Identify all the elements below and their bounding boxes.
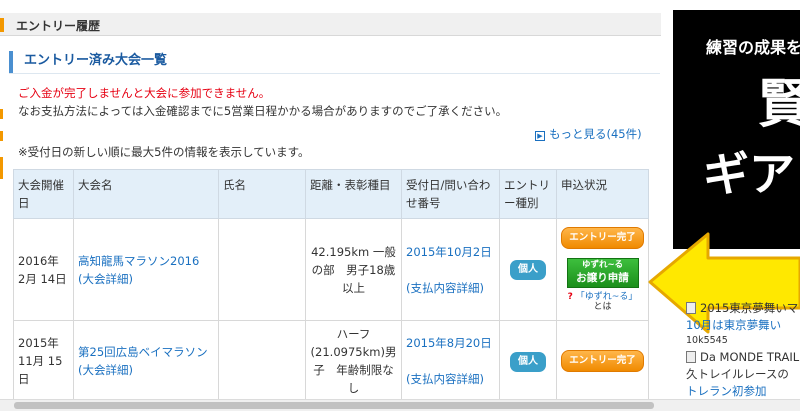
entry-complete-button[interactable]: エントリー完了: [561, 350, 644, 372]
column-gap: [661, 0, 673, 400]
col-header-date: 大会開催日: [13, 169, 74, 219]
table-row: 2016年 2月 14日 高知龍馬マラソン2016 (大会詳細) 42.195k…: [13, 218, 649, 321]
cell-date: 2015年 11月 15日: [13, 320, 74, 402]
col-header-race: 大会名: [73, 169, 219, 219]
payment-detail-link[interactable]: (支払内容詳細): [406, 281, 484, 295]
cell-date: 2016年 2月 14日: [13, 218, 74, 321]
cell-name: [218, 218, 306, 321]
cell-status: エントリー完了 ゆずれ~る お譲り申請 ? 「ゆずれ~る」 とは: [556, 218, 649, 321]
col-header-distance: 距離・表彰種目: [305, 169, 402, 219]
col-header-name: 氏名: [218, 169, 306, 219]
ad-banner[interactable]: 練習の成果を 賢 ギア: [673, 10, 800, 249]
scrollbar-thumb[interactable]: [14, 402, 654, 409]
news-link[interactable]: トレラン初参加: [686, 383, 800, 400]
document-icon: [686, 302, 696, 314]
race-link[interactable]: 高知龍馬マラソン2016: [78, 254, 199, 268]
news-link[interactable]: 10月は東京夢舞い: [686, 317, 800, 334]
table-header-row: 大会開催日 大会名 氏名 距離・表彰種目 受付日/問い合わせ番号 エントリー種別…: [13, 169, 649, 219]
cell-status: エントリー完了: [556, 320, 649, 402]
cell-received: 2015年10月2日 (支払内容詳細): [401, 218, 500, 321]
table-row: 2015年 11月 15日 第25回広島ベイマラソン (大会詳細) ハーフ(21…: [13, 320, 649, 402]
news-item[interactable]: 2015東京夢舞いマ 10月は東京夢舞い 10k5545: [686, 300, 800, 347]
transfer-request-button[interactable]: ゆずれ~る お譲り申請: [566, 258, 639, 288]
entry-complete-button[interactable]: エントリー完了: [561, 227, 644, 249]
banner-text-1: 練習の成果を: [706, 38, 800, 57]
payment-warning: ご入金が完了しませんと大会に参加できません。: [18, 86, 271, 100]
payment-detail-link[interactable]: (支払内容詳細): [406, 372, 484, 386]
horizontal-scrollbar[interactable]: [0, 399, 800, 411]
section-title: エントリー済み大会一覧: [9, 51, 167, 73]
news-list: 2015東京夢舞いマ 10月は東京夢舞い 10k5545 Da MONDE TR…: [686, 300, 800, 402]
cell-name: [218, 320, 306, 402]
left-marker: [0, 131, 3, 141]
cell-received: 2015年8月20日 (支払内容詳細): [401, 320, 500, 402]
cell-race: 第25回広島ベイマラソン (大会詳細): [73, 320, 219, 402]
left-marker: [0, 109, 3, 119]
received-link[interactable]: 2015年10月2日: [406, 245, 492, 259]
payment-note: なお支払方法によっては入金確認までに5営業日程かかる場合がありますのでご了承くだ…: [18, 104, 508, 118]
left-marker: [0, 157, 3, 179]
received-link[interactable]: 2015年8月20日: [406, 336, 492, 350]
cell-distance: 42.195km 一般の部 男子18歳以上: [305, 218, 402, 321]
news-item[interactable]: Da MONDE TRAIL 久トレイルレースの トレラン初参加: [686, 349, 800, 400]
question-icon: ?: [567, 292, 573, 302]
page-header: エントリー履歴: [0, 13, 661, 36]
page-title: エントリー履歴: [16, 19, 101, 33]
more-link[interactable]: ▶ もっと見る(45件): [535, 126, 642, 142]
entry-type-badge: 個人: [510, 351, 546, 372]
entry-type-badge: 個人: [510, 260, 546, 280]
col-header-status: 申込状況: [556, 169, 649, 219]
col-header-received: 受付日/問い合わせ番号: [401, 169, 500, 219]
entries-table: 大会開催日 大会名 氏名 距離・表彰種目 受付日/問い合わせ番号 エントリー種別…: [13, 169, 649, 402]
cell-distance: ハーフ(21.0975km)男子 年齢制限なし: [305, 320, 402, 402]
display-info: ※受付日の新しい順に最大5件の情報を表示しています。: [18, 145, 310, 159]
race-detail-link[interactable]: (大会詳細): [78, 272, 133, 286]
col-header-entry-type: エントリー種別: [499, 169, 557, 219]
race-link[interactable]: 第25回広島ベイマラソン: [78, 345, 208, 359]
transfer-help-link[interactable]: ? 「ゆずれ~る」 とは: [559, 292, 646, 312]
cell-race: 高知龍馬マラソン2016 (大会詳細): [73, 218, 219, 321]
play-arrow-icon: ▶: [535, 131, 545, 141]
banner-text-3: ギア: [703, 147, 795, 201]
banner-text-2: 賢: [758, 75, 800, 135]
cell-entry-type: 個人: [499, 320, 557, 402]
race-detail-link[interactable]: (大会詳細): [78, 363, 133, 377]
document-icon: [686, 351, 696, 363]
header-accent: [0, 18, 4, 32]
section-divider: [9, 73, 660, 74]
cell-entry-type: 個人: [499, 218, 557, 321]
